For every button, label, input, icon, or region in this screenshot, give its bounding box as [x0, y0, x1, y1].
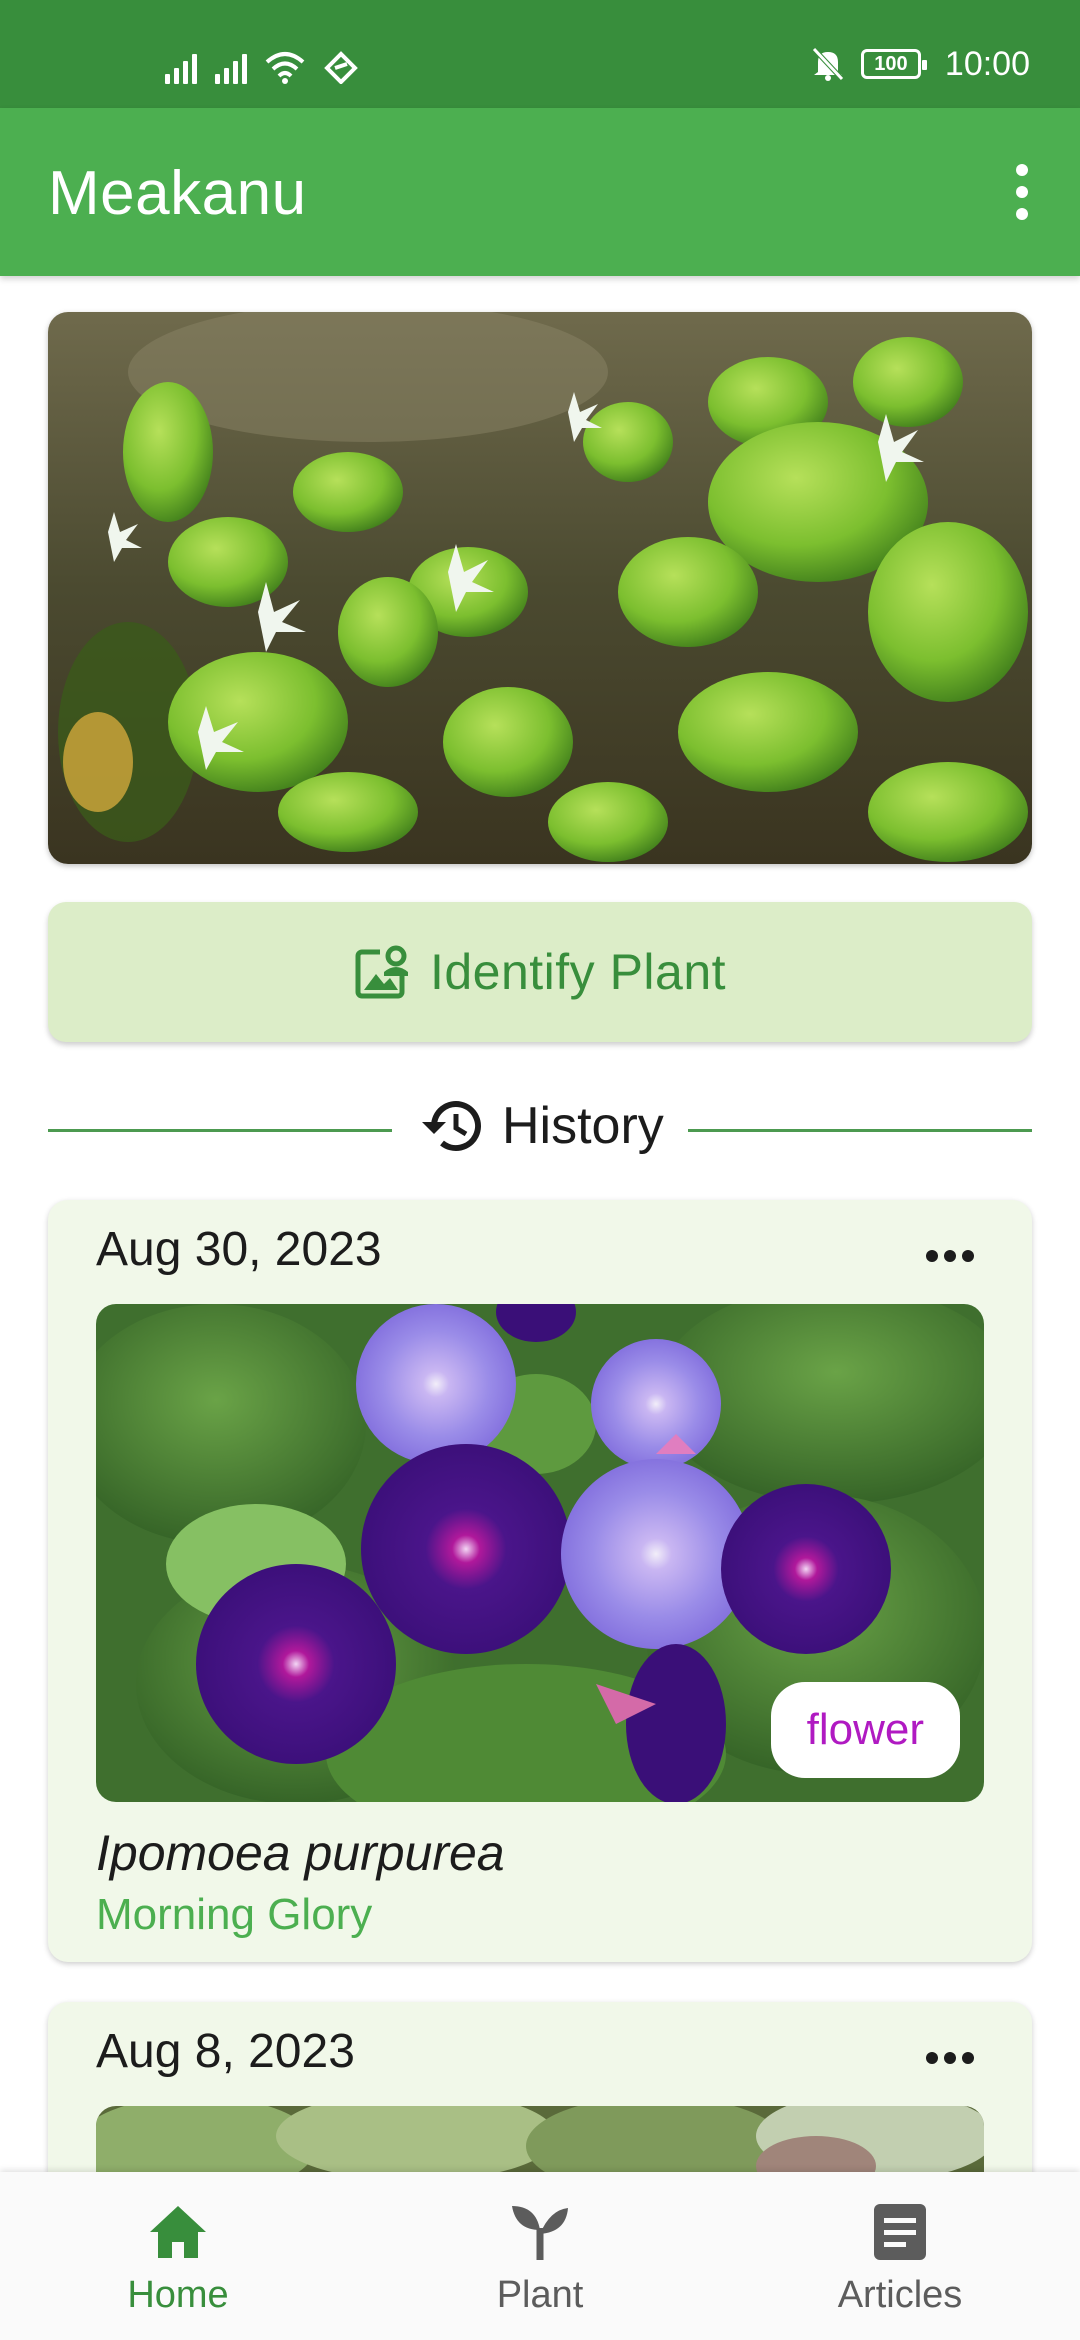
history-card[interactable]: Aug 30, 2023 flower Ipomoea purpurea Mor… [48, 1200, 1032, 1962]
card-date: Aug 8, 2023 [96, 2025, 355, 2078]
signal-icon [165, 50, 197, 84]
status-icons-left [165, 40, 359, 84]
scientific-name: Ipomoea purpurea [96, 1825, 505, 1881]
status-time: 10:00 [944, 44, 1030, 83]
history-divider: History [48, 1090, 1032, 1170]
card-plant-photo: flower [96, 1304, 984, 1802]
more-vertical-icon[interactable] [1012, 164, 1032, 220]
article-icon [874, 2204, 926, 2260]
nav-home-label: Home [127, 2274, 229, 2316]
status-bar: 100 10:00 [0, 0, 1080, 108]
category-tag: flower [770, 1682, 960, 1778]
nav-articles[interactable]: Articles [780, 2202, 1020, 2317]
sprout-icon [512, 2206, 568, 2260]
home-icon [150, 2206, 206, 2258]
more-horizontal-icon[interactable] [926, 1250, 974, 1262]
plant-photo [48, 312, 1032, 864]
nav-plant[interactable]: Plant [420, 2202, 660, 2317]
common-name: Morning Glory [96, 1890, 373, 1939]
status-icons-right: 100 10:00 [811, 42, 1030, 86]
app-title: Meakanu [48, 159, 307, 228]
more-horizontal-icon[interactable] [926, 2052, 974, 2064]
history-heading: History [420, 1096, 664, 1156]
bottom-navigation: Home Plant Articles [0, 2172, 1080, 2340]
battery-icon: 100 [860, 49, 927, 79]
mute-icon [812, 47, 844, 81]
battery-level: 100 [874, 52, 908, 75]
selected-plant-image[interactable] [48, 312, 1032, 864]
history-icon [422, 1101, 481, 1152]
signal-icon [215, 50, 247, 84]
identify-plant-button[interactable]: Identify Plant [48, 902, 1032, 1042]
app-bar: Meakanu [0, 108, 1080, 276]
card-date: Aug 30, 2023 [96, 1223, 382, 1276]
divider-line [688, 1129, 1032, 1132]
nav-articles-label: Articles [837, 2274, 963, 2316]
nfc-icon [324, 51, 358, 84]
nav-home[interactable]: Home [58, 2202, 298, 2317]
nav-plant-label: Plant [496, 2274, 584, 2316]
wifi-icon [265, 52, 305, 84]
divider-line [48, 1129, 392, 1132]
identify-plant-label: Identify Plant [429, 944, 727, 1000]
image-search-icon [355, 944, 410, 999]
history-label: History [502, 1097, 664, 1155]
